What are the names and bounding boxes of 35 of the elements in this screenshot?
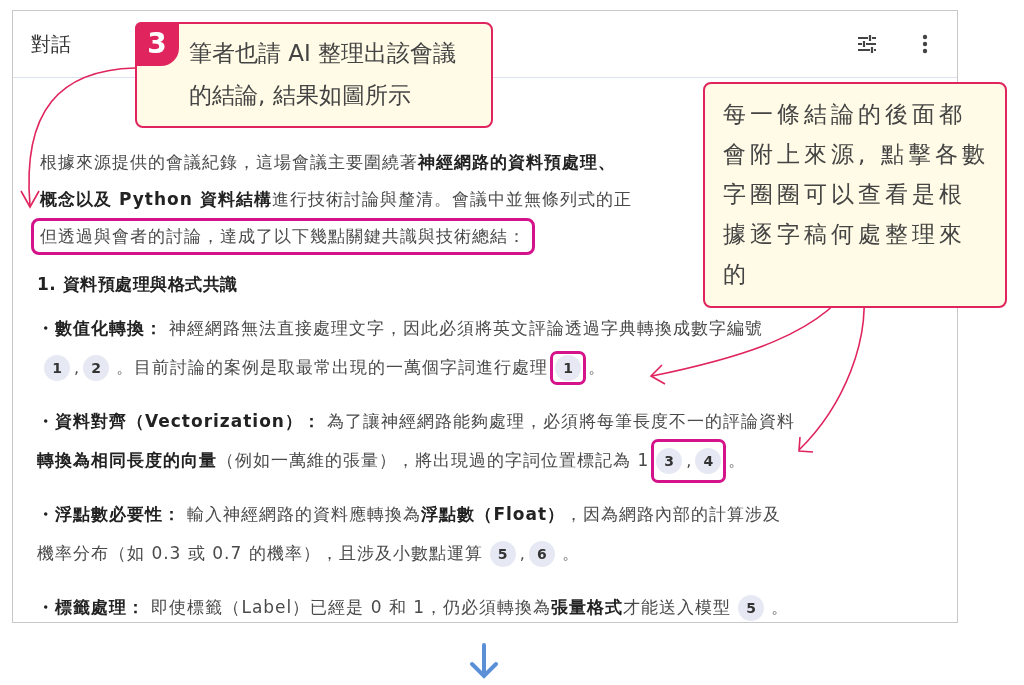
bullet-label: ・資料對齊（Vectorization）： bbox=[37, 411, 321, 431]
citation-chip[interactable]: 2 bbox=[83, 355, 110, 381]
callout-text: 筆者也請 AI 整理出該會議的結論, 結果如圖所示 bbox=[189, 39, 458, 110]
bullet-text: 。 bbox=[728, 450, 747, 470]
bullet-text: 。 bbox=[561, 543, 580, 563]
separator-text: , bbox=[519, 543, 525, 565]
section-heading: 1. 資料預處理與格式共識 bbox=[37, 273, 238, 296]
bullet-label: ・浮點數必要性： bbox=[37, 504, 181, 524]
paragraph-line: 概念以及 Python 資料結構進行技術討論與釐清。會議中並無條列式的正 bbox=[39, 188, 633, 211]
citation-chip[interactable]: 5 bbox=[489, 541, 516, 567]
bullet-text: 神經網路無法直接處理文字，因此必須將英文評論透過字典轉換成數字編號 bbox=[169, 318, 764, 338]
paragraph-line: 根據來源提供的會議紀錄，這場會議主要圍繞著神經網路的資料預處理、 bbox=[39, 151, 617, 174]
bullet-text: 轉換為相同長度的向量（例如一萬維的張量），將出現過的字詞位置標記為 1 bbox=[37, 450, 650, 470]
bullet-text: 。 bbox=[588, 357, 607, 377]
bullet-text: 機率分布（如 0.3 或 0.7 的機率），且涉及小數點運算 bbox=[37, 543, 483, 563]
bullet-text: 為了讓神經網路能夠處理，必須將每筆長度不一的評論資料 bbox=[327, 411, 796, 431]
citation-chip[interactable]: 5 bbox=[738, 595, 765, 621]
citation-chip[interactable]: 1 bbox=[44, 355, 70, 381]
panel-title: 對話 bbox=[31, 30, 71, 58]
bullet-label: ・數值化轉換： bbox=[37, 318, 163, 338]
separator-text: , bbox=[686, 450, 692, 472]
settings-sliders-icon[interactable] bbox=[855, 32, 879, 56]
step-number-badge: 3 bbox=[135, 22, 179, 66]
citation-chip[interactable]: 4 bbox=[695, 448, 722, 474]
bullet-text: 輸入神經網路的資料應轉換為浮點數（Float），因為網路內部的計算涉及 bbox=[187, 504, 782, 524]
down-arrow-icon bbox=[468, 642, 500, 680]
callout-text: 每一條結論的後面都會附上來源, 點擊各數字圈圈可以查看是根據逐字稿何處整理來的 bbox=[723, 100, 990, 289]
bullet-label: ・標籤處理： bbox=[37, 597, 145, 617]
separator-text: , bbox=[74, 357, 80, 379]
bullet-text: 即使標籤（Label）已經是 0 和 1，仍必須轉換為張量格式才能送入模型 bbox=[151, 597, 732, 617]
citation-chip[interactable]: 1 bbox=[555, 355, 582, 381]
citation-chip[interactable]: 6 bbox=[528, 541, 555, 567]
bullet-text: 。目前討論的案例是取最常出現的一萬個字詞進行處理 bbox=[116, 357, 549, 377]
citation-chip[interactable]: 3 bbox=[656, 448, 683, 474]
bullet-text: 。 bbox=[771, 597, 790, 617]
